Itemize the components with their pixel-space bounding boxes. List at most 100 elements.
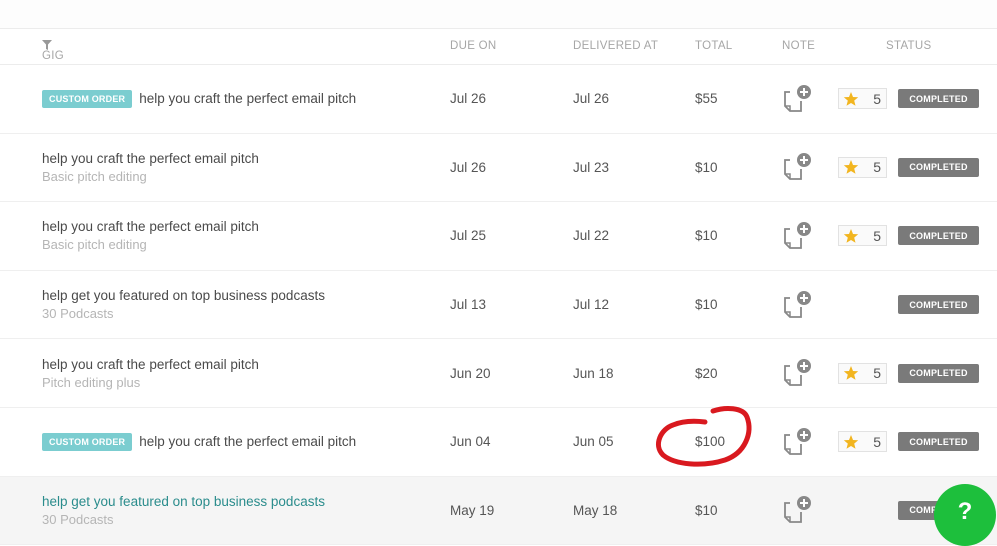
rating-cell: 5 xyxy=(838,408,887,476)
add-note-button[interactable] xyxy=(781,202,813,270)
help-button[interactable]: ? xyxy=(934,484,996,546)
due-on: May 19 xyxy=(450,502,495,518)
note-add-icon[interactable] xyxy=(781,152,813,182)
add-note-button[interactable] xyxy=(781,477,813,545)
total: $10 xyxy=(695,228,718,244)
delivered-at: Jun 05 xyxy=(573,434,614,450)
add-note-button[interactable] xyxy=(781,134,813,202)
table-row[interactable]: help you craft the perfect email pitch Pi… xyxy=(0,339,997,408)
delivered-at: Jul 22 xyxy=(573,228,610,244)
status-badge: COMPLETED xyxy=(898,295,979,315)
due-on: Jul 13 xyxy=(450,297,487,313)
gig-package: 30 Podcasts xyxy=(42,511,114,527)
rating-value: 5 xyxy=(873,227,881,244)
rating-cell: 5 xyxy=(838,65,887,133)
orders-table: GIG DUE ON DELIVERED AT TOTAL NOTE STATU… xyxy=(0,30,997,546)
note-add-icon[interactable] xyxy=(781,358,813,388)
due-on: Jul 26 xyxy=(450,91,487,107)
rating-value: 5 xyxy=(873,159,881,176)
note-add-icon[interactable] xyxy=(781,427,813,457)
status-badge: COMPLETED xyxy=(898,157,979,177)
gig-package: Pitch editing plus xyxy=(42,374,141,390)
status-badge: COMPLETED xyxy=(898,363,979,383)
table-row[interactable]: help get you featured on top business po… xyxy=(0,270,997,340)
delivered-at: Jul 12 xyxy=(573,297,610,313)
total: $10 xyxy=(695,297,718,313)
rating-cell: 5 xyxy=(838,339,887,407)
note-add-icon[interactable] xyxy=(781,221,813,251)
delivered-at: May 18 xyxy=(573,502,618,518)
header-total: TOTAL xyxy=(695,40,733,52)
rating-cell: 5 xyxy=(838,202,887,270)
rating-badge[interactable]: 5 xyxy=(838,431,887,453)
star-icon xyxy=(843,228,859,244)
due-on: Jun 20 xyxy=(450,365,491,381)
total: $100 xyxy=(695,434,726,450)
note-add-icon[interactable] xyxy=(781,84,813,114)
rating-cell: 5 xyxy=(838,134,887,202)
header-gig-label: GIG xyxy=(42,50,64,62)
rating-value: 5 xyxy=(873,365,881,382)
add-note-button[interactable] xyxy=(781,408,813,476)
custom-order-badge: CUSTOM ORDER xyxy=(42,432,133,451)
table-row[interactable]: help you craft the perfect email pitch Ba… xyxy=(0,133,997,203)
help-icon: ? xyxy=(957,498,973,525)
header-note: NOTE xyxy=(782,40,816,52)
status-badge: COMPLETED xyxy=(898,226,979,246)
table-row[interactable]: CUSTOM ORDER help you craft the perfect e… xyxy=(0,65,997,134)
gig-title-link[interactable]: help you craft the perfect email pitch xyxy=(42,357,259,372)
gig-cell: help you craft the perfect email pitch Ba… xyxy=(42,202,259,270)
gig-title-link[interactable]: help you craft the perfect email pitch xyxy=(42,219,259,234)
delivered-at: Jul 23 xyxy=(573,159,610,175)
header-due-on: DUE ON xyxy=(450,40,497,52)
table-header: GIG DUE ON DELIVERED AT TOTAL NOTE STATU… xyxy=(0,30,997,65)
total: $10 xyxy=(695,159,718,175)
gig-cell: help you craft the perfect email pitch Ba… xyxy=(42,134,259,202)
filter-icon[interactable] xyxy=(42,40,52,50)
gig-title-link[interactable]: help you craft the perfect email pitch xyxy=(139,434,356,449)
gig-title-link[interactable]: help get you featured on top business po… xyxy=(42,494,325,509)
gig-package: 30 Podcasts xyxy=(42,306,114,322)
top-bar xyxy=(0,0,997,29)
star-icon xyxy=(843,434,859,450)
add-note-button[interactable] xyxy=(781,65,813,133)
table-row[interactable]: CUSTOM ORDER help you craft the perfect e… xyxy=(0,407,997,477)
rating-badge[interactable]: 5 xyxy=(838,88,887,110)
total: $55 xyxy=(695,91,718,107)
rating-badge[interactable]: 5 xyxy=(838,156,887,178)
gig-title-link[interactable]: help you craft the perfect email pitch xyxy=(139,91,356,106)
status-cell: COMPLETED xyxy=(898,271,979,339)
total: $10 xyxy=(695,502,718,518)
gig-package: Basic pitch editing xyxy=(42,168,147,184)
custom-order-badge: CUSTOM ORDER xyxy=(42,89,133,108)
status-cell: COMPLETED xyxy=(898,408,979,476)
gig-cell: CUSTOM ORDER help you craft the perfect e… xyxy=(42,408,356,476)
star-icon xyxy=(843,91,859,107)
gig-cell: help you craft the perfect email pitch Pi… xyxy=(42,339,259,407)
gig-cell: help get you featured on top business po… xyxy=(42,477,325,545)
note-add-icon[interactable] xyxy=(781,495,813,525)
total: $20 xyxy=(695,365,718,381)
delivered-at: Jun 18 xyxy=(573,365,614,381)
gig-cell: help get you featured on top business po… xyxy=(42,271,325,339)
due-on: Jul 26 xyxy=(450,159,487,175)
gig-title-link[interactable]: help get you featured on top business po… xyxy=(42,288,325,303)
header-status: STATUS xyxy=(886,40,932,52)
add-note-button[interactable] xyxy=(781,339,813,407)
add-note-button[interactable] xyxy=(781,271,813,339)
table-row[interactable]: help you craft the perfect email pitch Ba… xyxy=(0,202,997,271)
rating-badge[interactable]: 5 xyxy=(838,362,887,384)
table-row[interactable]: help get you featured on top business po… xyxy=(0,476,997,546)
note-add-icon[interactable] xyxy=(781,290,813,320)
gig-cell: CUSTOM ORDER help you craft the perfect e… xyxy=(42,65,356,133)
gig-package: Basic pitch editing xyxy=(42,237,147,253)
status-cell: COMPLETED xyxy=(898,134,979,202)
rating-badge[interactable]: 5 xyxy=(838,225,887,247)
header-delivered-at: DELIVERED AT xyxy=(573,40,659,52)
rating-value: 5 xyxy=(873,90,881,107)
gig-title-link[interactable]: help you craft the perfect email pitch xyxy=(42,151,259,166)
status-cell: COMPLETED xyxy=(898,202,979,270)
header-gig[interactable]: GIG xyxy=(42,40,64,62)
status-badge: COMPLETED xyxy=(898,89,979,109)
due-on: Jun 04 xyxy=(450,434,491,450)
